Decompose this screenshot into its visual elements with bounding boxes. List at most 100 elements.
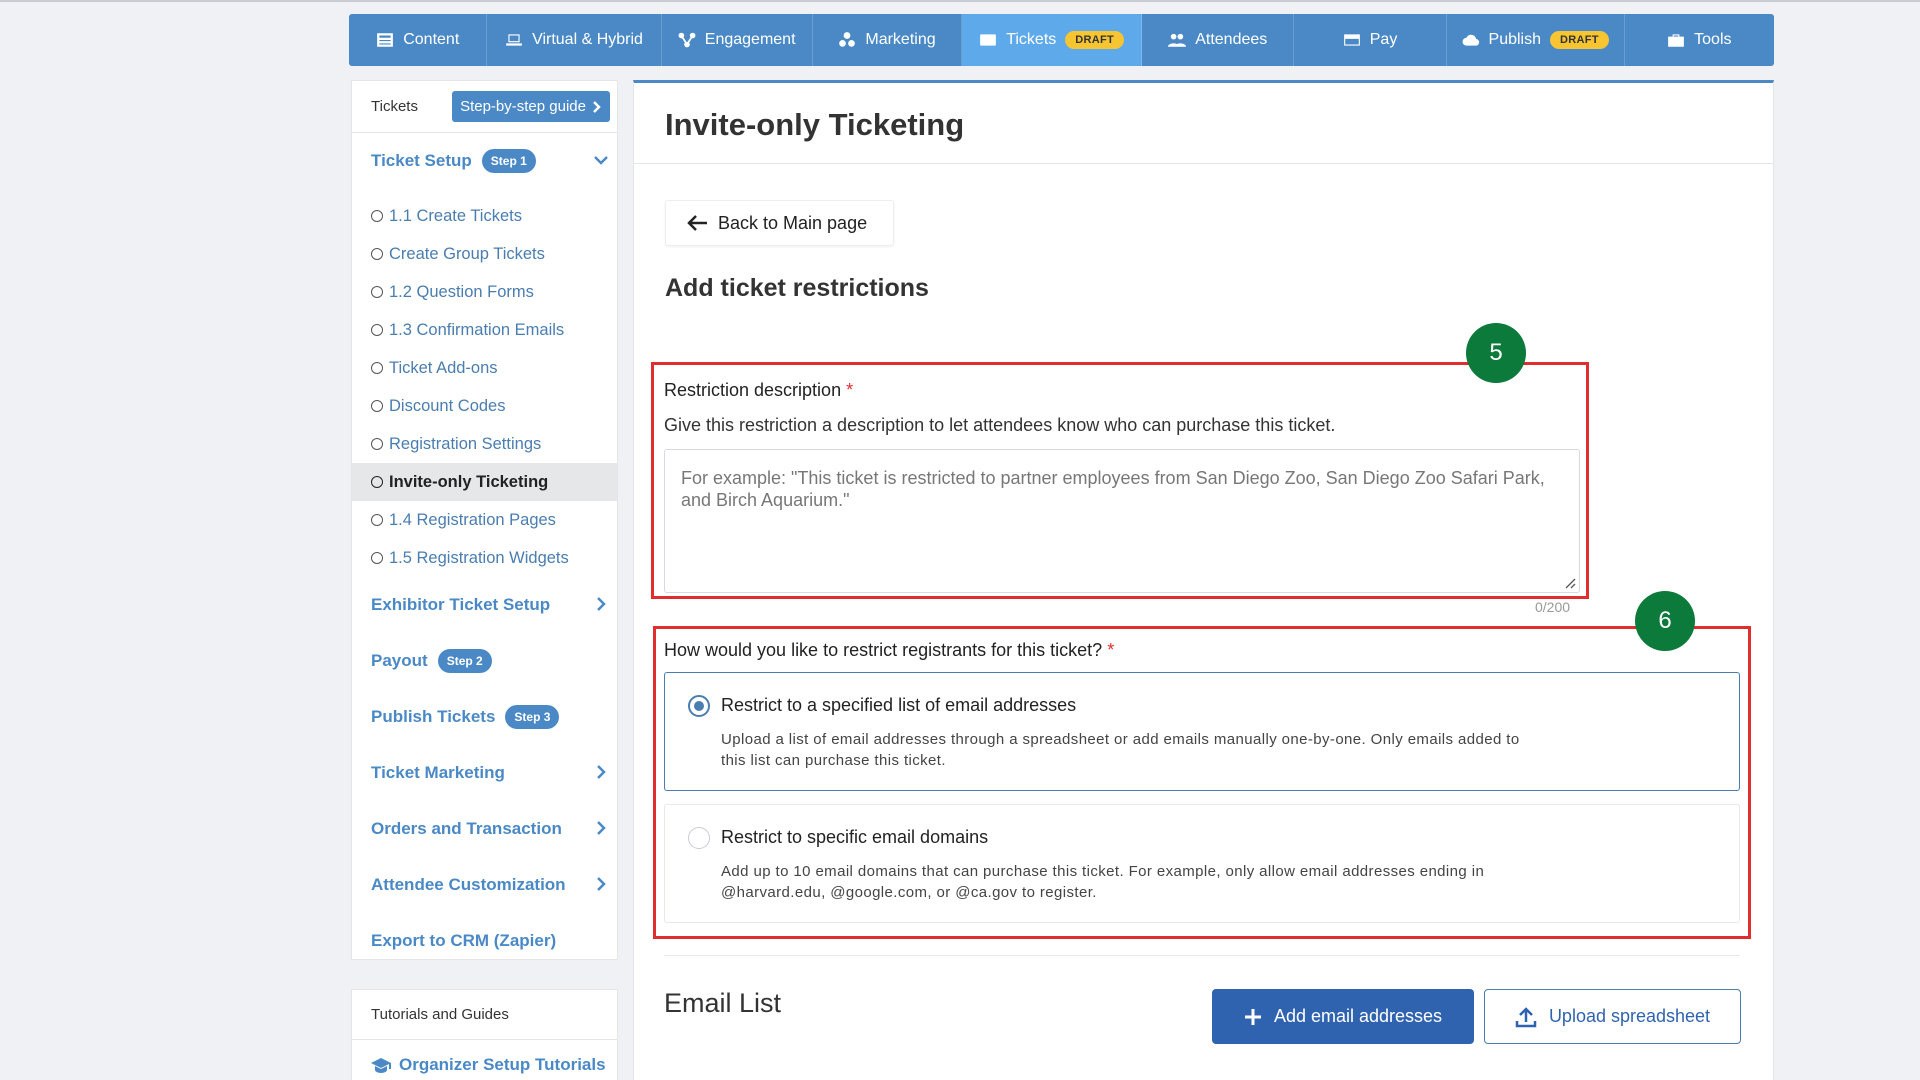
plus-icon: [1244, 1008, 1261, 1025]
top-border: [0, 0, 1920, 2]
credit-card-icon: [1343, 34, 1360, 46]
sidebar-section-ticket-marketing[interactable]: Ticket Marketing: [352, 745, 617, 801]
character-counter: 0/200: [1535, 599, 1571, 615]
sidebar-section-ticket-setup[interactable]: Ticket Setup Step 1: [352, 133, 617, 189]
publish-tickets-label: Publish Tickets: [371, 707, 496, 726]
sidebar-item-registration-settings[interactable]: Registration Settings: [352, 425, 617, 463]
add-email-addresses-button[interactable]: Add email addresses: [1212, 989, 1474, 1044]
sidebar-item-create-group-tickets[interactable]: Create Group Tickets: [352, 235, 617, 273]
attendees-icon: [1168, 33, 1187, 47]
circle-icon: [371, 476, 383, 488]
circle-icon: [371, 362, 383, 374]
circle-icon: [371, 552, 383, 564]
nav-tickets[interactable]: Tickets DRAFT: [962, 14, 1143, 66]
nav-pay[interactable]: Pay: [1294, 14, 1447, 66]
sidebar-item-question-forms[interactable]: 1.2 Question Forms: [352, 273, 617, 311]
engagement-icon: [678, 32, 696, 48]
nav-publish-label: Publish: [1488, 31, 1542, 48]
toolbox-icon: [1668, 34, 1685, 47]
sidebar-item-confirmation-emails[interactable]: 1.3 Confirmation Emails: [352, 311, 617, 349]
nav-virtual-hybrid[interactable]: Virtual & Hybrid: [487, 14, 662, 66]
email-list-title: Email List: [664, 988, 782, 1018]
circle-icon: [371, 324, 383, 336]
organizer-tutorials-link[interactable]: Organizer Setup Tutorials: [352, 1040, 617, 1080]
sidebar-item-invite-only-ticketing[interactable]: Invite-only Ticketing: [352, 463, 617, 501]
nav-attendees-label: Attendees: [1195, 31, 1268, 48]
sidebar-section-orders[interactable]: Orders and Transaction: [352, 801, 617, 857]
sidebar-item-ticket-addons[interactable]: Ticket Add-ons: [352, 349, 617, 387]
nav-attendees[interactable]: Attendees: [1142, 14, 1295, 66]
export-crm-label: Export to CRM (Zapier): [371, 931, 557, 950]
sidebar-item-label: 1.3 Confirmation Emails: [389, 320, 565, 339]
nav-marketing[interactable]: Marketing: [813, 14, 963, 66]
draft-badge: DRAFT: [1550, 31, 1609, 49]
sidebar-item-create-tickets[interactable]: 1.1 Create Tickets: [352, 197, 617, 235]
attendee-customization-label: Attendee Customization: [371, 875, 566, 894]
divider: [634, 163, 1773, 164]
nav-content[interactable]: Content: [349, 14, 488, 66]
nav-content-label: Content: [403, 31, 460, 48]
circle-icon: [371, 514, 383, 526]
sidebar-section-payout[interactable]: Payout Step 2: [352, 633, 617, 689]
chevron-down-icon: [594, 156, 608, 165]
step-by-step-guide-button[interactable]: Step-by-step guide: [452, 91, 610, 122]
sidebar-item-label: 1.4 Registration Pages: [389, 510, 556, 529]
step-badge: Step 3: [505, 705, 560, 729]
chevron-right-icon: [597, 597, 606, 611]
cloud-upload-icon: [1462, 34, 1479, 46]
exhibitor-label: Exhibitor Ticket Setup: [371, 595, 551, 614]
sidebar-item-label: 1.2 Question Forms: [389, 282, 534, 301]
graduation-cap-icon: [371, 1058, 391, 1073]
divider: [664, 955, 1740, 956]
sidebar-item-label: 1.1 Create Tickets: [389, 206, 522, 225]
top-navigation: Content Virtual & Hybrid Engagement Mark…: [349, 14, 1774, 66]
circle-icon: [371, 248, 383, 260]
chevron-right-icon: [597, 877, 606, 891]
chevron-right-icon: [597, 821, 606, 835]
ticket-marketing-label: Ticket Marketing: [371, 763, 505, 782]
laptop-icon: [506, 34, 522, 46]
chevron-right-icon: [593, 100, 601, 113]
sidebar-section-exhibitor[interactable]: Exhibitor Ticket Setup: [352, 577, 617, 633]
circle-icon: [371, 210, 383, 222]
ticket-icon: [980, 34, 997, 46]
nav-pay-label: Pay: [1369, 31, 1398, 48]
sidebar-header: Tickets Step-by-step guide: [352, 81, 617, 133]
nav-publish[interactable]: Publish DRAFT: [1447, 14, 1625, 66]
sidebar-item-label: Registration Settings: [389, 434, 542, 453]
nav-tools[interactable]: Tools: [1625, 14, 1774, 66]
chevron-right-icon: [597, 765, 606, 779]
arrow-left-icon: [687, 215, 707, 231]
circle-icon: [371, 286, 383, 298]
nav-engagement-label: Engagement: [704, 31, 796, 48]
annotation-highlight-6: [653, 626, 1751, 939]
orders-label: Orders and Transaction: [371, 819, 562, 838]
sidebar: Tickets Step-by-step guide Ticket Setup …: [351, 80, 618, 960]
sidebar-item-discount-codes[interactable]: Discount Codes: [352, 387, 617, 425]
tutorials-header: Tutorials and Guides: [352, 990, 617, 1040]
content-icon: [377, 33, 394, 47]
ticket-setup-label: Ticket Setup: [371, 151, 472, 170]
sidebar-title: Tickets: [371, 98, 418, 115]
sidebar-item-registration-widgets[interactable]: 1.5 Registration Widgets: [352, 539, 617, 577]
add-emails-label: Add email addresses: [1273, 1006, 1443, 1026]
organizer-tutorials-label: Organizer Setup Tutorials: [399, 1055, 606, 1074]
nav-tools-label: Tools: [1694, 31, 1732, 48]
page-title: Invite-only Ticketing: [665, 107, 965, 142]
sidebar-section-publish-tickets[interactable]: Publish Tickets Step 3: [352, 689, 617, 745]
annotation-step-5: 5: [1466, 323, 1526, 383]
sidebar-item-label: Ticket Add-ons: [389, 358, 498, 377]
sidebar-section-export-crm[interactable]: Export to CRM (Zapier): [352, 913, 617, 969]
back-to-main-button[interactable]: Back to Main page: [665, 200, 894, 246]
guide-button-label: Step-by-step guide: [460, 98, 586, 115]
sidebar-item-label: 1.5 Registration Widgets: [389, 548, 569, 567]
sidebar-item-label: Discount Codes: [389, 396, 506, 415]
annotation-highlight-5: [651, 362, 1589, 599]
nav-marketing-label: Marketing: [865, 31, 936, 48]
sidebar-item-registration-pages[interactable]: 1.4 Registration Pages: [352, 501, 617, 539]
nav-engagement[interactable]: Engagement: [662, 14, 813, 66]
sidebar-section-attendee-customization[interactable]: Attendee Customization: [352, 857, 617, 913]
nav-virtual-hybrid-label: Virtual & Hybrid: [532, 31, 643, 48]
sidebar-item-label: Invite-only Ticketing: [389, 472, 549, 491]
upload-spreadsheet-button[interactable]: Upload spreadsheet: [1484, 989, 1741, 1044]
